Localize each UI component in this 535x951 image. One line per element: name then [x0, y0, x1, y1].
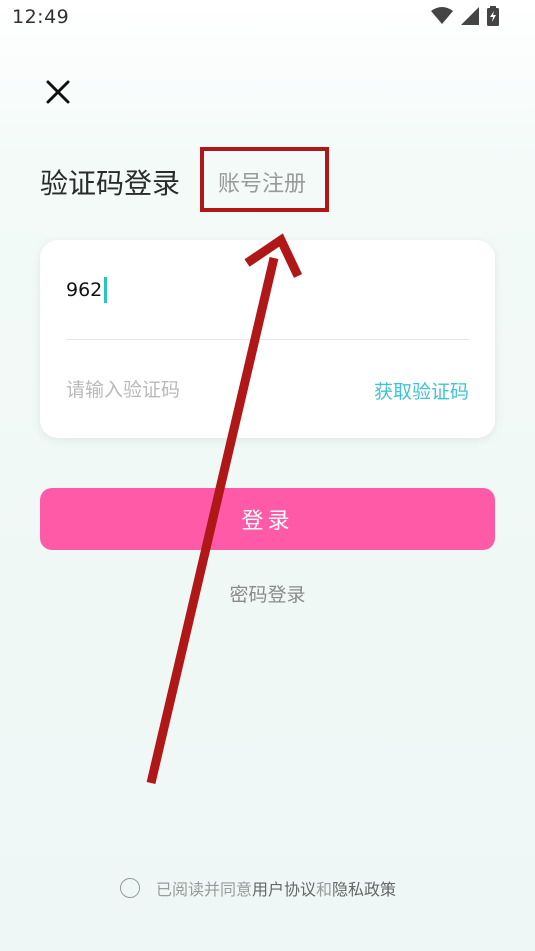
verification-code-row: 获取验证码	[66, 370, 469, 410]
agreement-radio[interactable]	[120, 878, 140, 898]
status-bar: 12:49	[0, 0, 535, 36]
tab-verification-code-login[interactable]: 验证码登录	[40, 162, 180, 202]
close-icon	[46, 80, 70, 108]
phone-field[interactable]: 962	[66, 270, 469, 310]
agreement-text: 已阅读并同意用户协议和隐私政策	[156, 876, 396, 900]
status-icons	[431, 6, 499, 30]
close-button[interactable]	[40, 76, 76, 112]
agreement-prefix: 已阅读并同意	[156, 880, 253, 899]
wifi-icon	[431, 7, 453, 29]
cellular-signal-icon	[461, 7, 479, 29]
login-form-card: 962 获取验证码	[40, 240, 495, 438]
password-login-label: 密码登录	[229, 584, 306, 606]
phone-input-value[interactable]: 962	[66, 279, 102, 301]
password-login-link[interactable]: 密码登录	[0, 580, 535, 607]
field-divider	[66, 339, 469, 340]
agreement-conjunction: 和	[316, 880, 333, 899]
get-code-button[interactable]: 获取验证码	[374, 377, 469, 404]
annotation-arrow	[146, 233, 303, 785]
agreement-row: 已阅读并同意用户协议和隐私政策	[120, 876, 396, 900]
status-time: 12:49	[12, 6, 70, 28]
login-tabs: 验证码登录 账号注册	[40, 160, 306, 204]
user-agreement-link[interactable]: 用户协议	[252, 880, 316, 899]
verification-code-input[interactable]	[66, 379, 326, 401]
battery-charging-icon	[487, 6, 499, 30]
tab-account-register[interactable]: 账号注册	[218, 166, 306, 198]
login-button[interactable]: 登录	[40, 488, 495, 550]
text-caret	[104, 277, 108, 303]
login-button-label: 登录	[241, 509, 294, 534]
privacy-policy-link[interactable]: 隐私政策	[332, 880, 396, 899]
